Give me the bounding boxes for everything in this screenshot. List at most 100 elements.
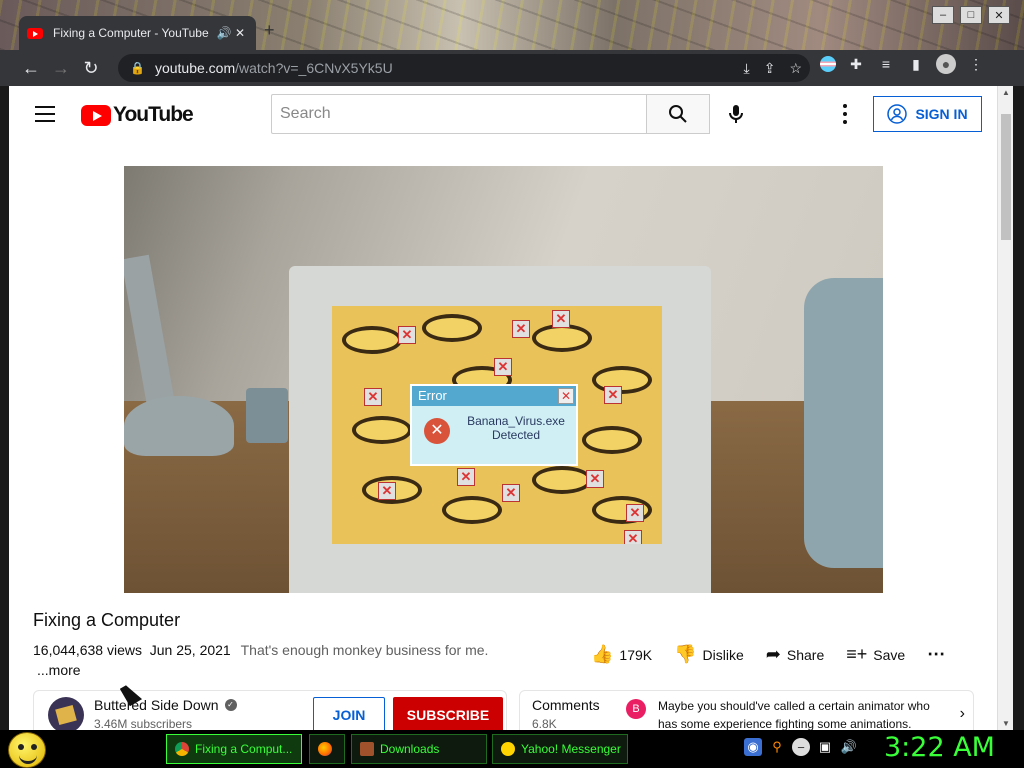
dialog-close-icon: ✕	[558, 388, 574, 404]
taskbar-item-firefox[interactable]	[309, 734, 345, 764]
search-button[interactable]	[646, 94, 710, 134]
subscribe-button[interactable]: SUBSCRIBE	[393, 697, 503, 730]
side-panel-icon[interactable]: ▮	[906, 54, 926, 74]
browser-tab-active[interactable]: Fixing a Computer - YouTube 🔊 ✕	[19, 16, 256, 50]
commenter-avatar: B	[626, 699, 646, 719]
extensions-area: ✚ ≡ ▮ ● ⋮	[820, 54, 986, 74]
join-button[interactable]: JOIN	[313, 697, 385, 730]
youtube-logo-text: YouTube	[113, 103, 194, 126]
share-label: Share	[786, 646, 825, 663]
error-x-icon: ✕	[424, 418, 450, 444]
view-count: 16,044,638 views	[33, 642, 142, 658]
video-meta[interactable]: 16,044,638 views Jun 25, 2021 That's eno…	[33, 642, 488, 658]
chevron-right-icon[interactable]: ›	[960, 705, 965, 723]
comments-count: 6.8K	[532, 717, 557, 730]
url-path: /watch?v=_6CNvX5Yk5U	[235, 60, 393, 76]
media-queue-icon[interactable]: ≡	[876, 54, 896, 74]
maximize-button[interactable]: □	[960, 6, 982, 24]
taskbar-item-downloads[interactable]: Downloads	[351, 734, 487, 764]
channel-name-row[interactable]: Buttered Side Down ✓	[94, 697, 237, 713]
youtube-favicon-icon	[27, 27, 43, 39]
taskbar: Fixing a Comput... Downloads Yahoo! Mess…	[0, 730, 1024, 768]
start-smiley-icon[interactable]	[8, 732, 46, 768]
dislike-label: Dislike	[702, 646, 744, 663]
window-left-border	[0, 86, 9, 730]
page-scrollbar[interactable]: ▲ ▼	[997, 86, 1013, 730]
firefox-icon	[318, 742, 332, 756]
scroll-up-icon[interactable]: ▲	[1002, 88, 1010, 97]
profile-flag-icon[interactable]	[820, 56, 836, 72]
window-right-border	[1013, 86, 1024, 730]
taskbar-item-yahoo-messenger[interactable]: Yahoo! Messenger	[492, 734, 628, 764]
share-arrow-icon: ➦	[765, 644, 781, 664]
settings-more-icon[interactable]	[835, 102, 855, 126]
chrome-icon	[175, 742, 189, 756]
youtube-play-icon	[81, 104, 111, 126]
scroll-down-icon[interactable]: ▼	[1002, 719, 1010, 728]
install-icon[interactable]: ⤓	[744, 60, 750, 77]
menu-hamburger-icon[interactable]	[35, 106, 55, 127]
forward-button[interactable]: →	[46, 58, 76, 79]
reload-button[interactable]: ↻	[76, 58, 106, 79]
channel-card: Buttered Side Down ✓ 3.46M subscribers J…	[33, 690, 507, 730]
status-circle-icon[interactable]: −	[792, 738, 810, 756]
new-tab-button[interactable]: +	[264, 20, 275, 41]
taskbar-item-label: Fixing a Comput...	[195, 742, 293, 756]
thumbs-down-icon: 👎	[674, 644, 697, 664]
window-controls: – □ ✕	[932, 6, 1010, 24]
like-button[interactable]: 👍 179K	[591, 644, 652, 665]
dialog-message-line2: Detected	[491, 428, 541, 442]
save-button[interactable]: ≡+ Save	[846, 644, 905, 665]
video-title: Fixing a Computer	[33, 610, 181, 630]
save-label: Save	[873, 646, 906, 663]
search-input[interactable]: Search	[271, 94, 646, 134]
more-actions-button[interactable]: ⋯	[927, 644, 945, 665]
close-window-button[interactable]: ✕	[988, 6, 1010, 24]
user-circle-icon	[887, 104, 908, 124]
dialog-title: Error	[412, 386, 576, 406]
description-more-button[interactable]: ...more	[37, 662, 81, 678]
comments-teaser[interactable]: Comments 6.8K B Maybe you should've call…	[519, 690, 974, 730]
profile-avatar-icon[interactable]: ●	[936, 54, 956, 74]
back-button[interactable]: ←	[16, 58, 46, 79]
comments-header: Comments	[532, 697, 600, 713]
volume-icon[interactable]: 🔊	[840, 738, 858, 756]
share-page-icon[interactable]: ⇪	[764, 60, 776, 77]
error-dialog-in-video: Error ✕ ✕ Banana_Virus.exe Detected	[410, 384, 578, 466]
search-tray-icon[interactable]: ⚲	[768, 738, 786, 756]
browser-menu-icon[interactable]: ⋮	[966, 54, 986, 74]
taskbar-item-label: Yahoo! Messenger	[521, 742, 621, 756]
window-title-bar: Fixing a Computer - YouTube 🔊 ✕ + – □ ✕	[0, 0, 1024, 50]
extensions-puzzle-icon[interactable]: ✚	[846, 54, 866, 74]
bookmark-star-icon[interactable]: ☆	[789, 60, 802, 77]
dialog-message-line1: Banana_Virus.exe	[467, 414, 565, 428]
thumbs-up-icon: 👍	[591, 644, 614, 664]
microphone-icon[interactable]	[724, 102, 748, 126]
tab-close-icon[interactable]: ✕	[232, 26, 248, 40]
playlist-add-icon: ≡+	[846, 644, 868, 664]
video-player[interactable]: ✕ ✕ ✕ ✕ ✕ ✕ ✕ ✕ ✕ ✕ ✕ ✕ Error ✕ ✕ Banana…	[124, 166, 883, 593]
dislike-button[interactable]: 👎 Dislike	[674, 644, 744, 665]
youtube-page: YouTube Search SIGN IN ✕ ✕ ✕ ✕ ✕ ✕ ✕ ✕ ✕…	[9, 86, 997, 730]
minimize-button[interactable]: –	[932, 6, 954, 24]
network-globe-icon[interactable]: ◉	[744, 738, 762, 756]
video-description: That's enough monkey business for me.	[240, 642, 489, 658]
taskbar-item-chrome[interactable]: Fixing a Comput...	[166, 734, 302, 764]
speaker-icon[interactable]: 🔊	[216, 26, 232, 40]
scrollbar-thumb[interactable]	[1001, 114, 1011, 240]
sign-in-button[interactable]: SIGN IN	[873, 96, 982, 132]
url-host: youtube.com	[154, 60, 236, 76]
channel-avatar[interactable]	[48, 697, 84, 730]
taskbar-item-label: Downloads	[380, 742, 440, 756]
yahoo-smiley-icon	[501, 742, 515, 756]
display-icon[interactable]: ▣	[816, 738, 834, 756]
taskbar-clock[interactable]: 3:22 AM	[884, 732, 995, 763]
video-actions: 👍 179K 👎 Dislike ➦ Share ≡+ Save ⋯	[591, 644, 967, 665]
video-scene-speaker	[804, 278, 883, 568]
subscriber-count: 3.46M subscribers	[94, 717, 193, 730]
like-count: 179K	[619, 646, 653, 663]
share-button[interactable]: ➦ Share	[766, 644, 824, 665]
address-bar[interactable]: 🔒 youtube.com/watch?v=_6CNvX5Yk5U ⤓ ⇪ ☆	[118, 54, 810, 82]
youtube-logo[interactable]: YouTube	[81, 103, 194, 127]
channel-name: Buttered Side Down	[94, 697, 219, 713]
